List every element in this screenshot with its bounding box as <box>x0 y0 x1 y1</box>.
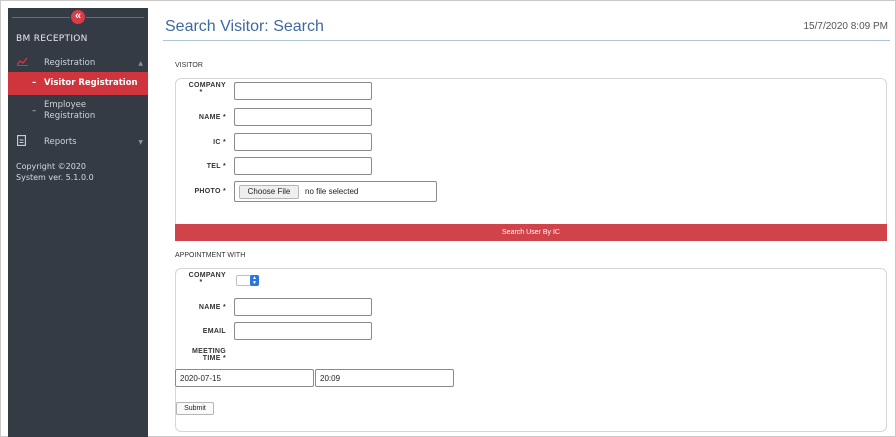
appointment-panel <box>175 268 887 432</box>
appointment-company-select[interactable]: ▲ ▼ <box>236 275 259 286</box>
label-line: MEETING <box>192 348 226 355</box>
sidebar-item-label: Reports <box>44 137 77 147</box>
sidebar-item-employee-registration[interactable]: – Employee Registration <box>8 100 148 124</box>
search-user-button[interactable]: Search User By IC <box>175 224 887 241</box>
appointment-email-input[interactable] <box>234 322 372 340</box>
appointment-section-title: APPOINTMENT WITH <box>175 252 246 259</box>
visitor-photo-label: PHOTO * <box>194 188 226 195</box>
label-line: * <box>199 89 203 96</box>
label-line: COMPANY <box>188 272 226 279</box>
file-status: no file selected <box>305 187 359 196</box>
appointment-company-label: COMPANY * <box>176 272 226 286</box>
visitor-tel-input[interactable] <box>234 157 372 175</box>
label-line: * <box>199 279 203 286</box>
visitor-ic-label: IC * <box>213 139 226 146</box>
sidebar-item-reports[interactable]: Reports ▼ <box>8 135 148 151</box>
sidebar-divider-right <box>86 17 144 18</box>
copyright: Copyright ©2020 System ver. 5.1.0.0 <box>16 161 94 183</box>
select-arrows-icon: ▲ ▼ <box>250 275 259 286</box>
sidebar-divider-left <box>12 17 70 18</box>
sidebar-item-label: Visitor Registration <box>44 78 138 88</box>
appointment-name-label: NAME * <box>198 304 226 311</box>
sidebar-item-label: Employee <box>44 100 87 110</box>
document-icon <box>17 135 26 149</box>
visitor-name-input[interactable] <box>234 108 372 126</box>
chevron-down-icon: ▼ <box>138 139 143 146</box>
submit-button[interactable]: Submit <box>176 402 214 415</box>
visitor-company-label: COMPANY * <box>176 82 226 96</box>
sidebar-item-visitor-registration[interactable]: – Visitor Registration <box>8 72 148 95</box>
brand-name: BM RECEPTION <box>16 34 88 44</box>
version-text: System ver. 5.1.0.0 <box>16 173 94 182</box>
visitor-company-input[interactable] <box>234 82 372 100</box>
collapse-sidebar-icon[interactable]: « <box>71 10 85 24</box>
dash-icon: – <box>32 106 37 116</box>
sidebar: « BM RECEPTION Registration ▲ – Visitor … <box>8 8 148 437</box>
appointment-email-label: EMAIL <box>202 328 226 335</box>
label-line: TIME * <box>202 355 226 362</box>
page-title: Search Visitor: Search <box>165 18 324 35</box>
chart-icon <box>16 57 28 69</box>
dash-icon: – <box>32 78 37 88</box>
appointment-name-input[interactable] <box>234 298 372 316</box>
title-divider <box>163 40 890 41</box>
visitor-ic-input[interactable] <box>234 133 372 151</box>
visitor-section-title: VISITOR <box>175 62 203 69</box>
sidebar-item-label: Registration <box>44 58 96 68</box>
meeting-date-input[interactable] <box>175 369 314 387</box>
choose-file-button[interactable]: Choose File <box>239 185 299 199</box>
photo-file-input[interactable]: Choose File no file selected <box>234 181 437 202</box>
sidebar-item-registration[interactable]: Registration ▲ <box>8 56 148 72</box>
chevron-up-icon: ▲ <box>138 60 143 67</box>
copyright-text: Copyright ©2020 <box>16 162 86 171</box>
meeting-time-label: MEETING TIME * <box>176 348 226 362</box>
visitor-name-label: NAME * <box>198 114 226 121</box>
timestamp: 15/7/2020 8:09 PM <box>803 21 888 32</box>
visitor-tel-label: TEL * <box>206 163 226 170</box>
meeting-time-input[interactable] <box>315 369 454 387</box>
sidebar-item-label: Registration <box>44 111 96 121</box>
visitor-panel <box>175 78 887 228</box>
label-line: COMPANY <box>188 82 226 89</box>
